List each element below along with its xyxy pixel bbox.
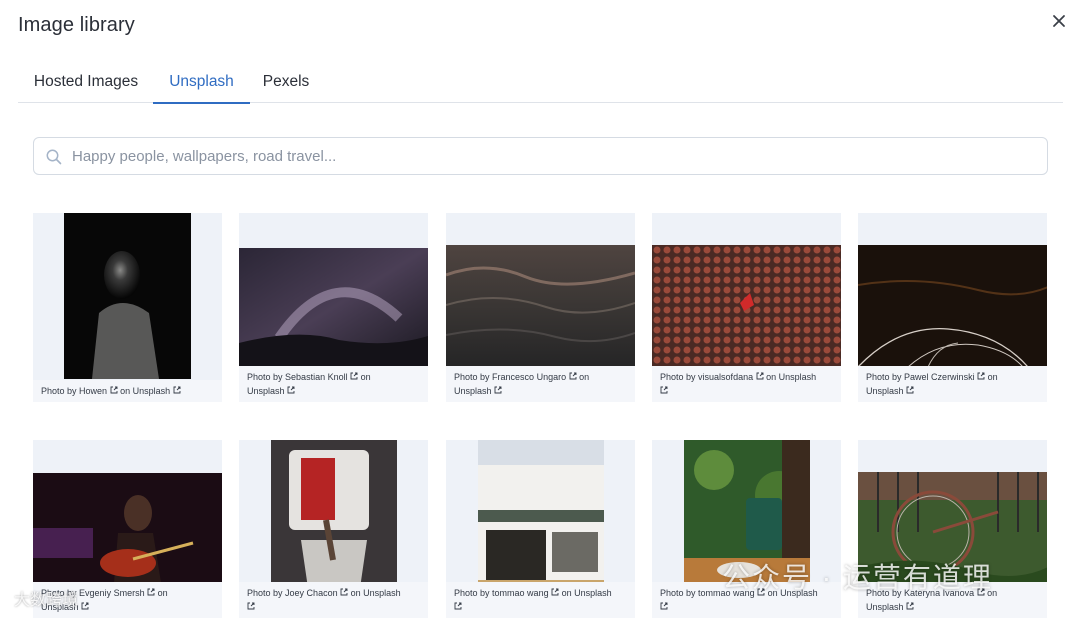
external-link-icon [247, 602, 255, 610]
photo-card[interactable]: Photo by tommao wang on Unsplash [446, 440, 635, 618]
photo-credit: Photo by Evgeniy Smersh on Unsplash [33, 582, 222, 618]
photo-thumbnail [652, 245, 841, 367]
photo-card[interactable]: Photo by Kateryna Ivanova on Unsplash [858, 440, 1047, 618]
photo-credit: Photo by tommao wang on Unsplash [446, 582, 635, 618]
tab-unsplash[interactable]: Unsplash [153, 62, 250, 104]
photo-card[interactable]: Photo by visualsofdana on Unsplash [652, 213, 841, 402]
photo-thumbnail [33, 473, 222, 595]
external-link-icon [906, 386, 914, 394]
external-link-icon [110, 386, 118, 394]
source-link[interactable]: Unsplash [133, 386, 171, 396]
external-link-icon [350, 372, 358, 380]
photographer-link[interactable]: Evgeniy Smersh [79, 588, 145, 598]
external-link-icon [81, 602, 89, 610]
photo-credit: Photo by visualsofdana on Unsplash [652, 366, 841, 402]
external-link-icon [977, 588, 985, 596]
photo-card[interactable]: Photo by Evgeniy Smersh on Unsplash [33, 440, 222, 618]
photo-card[interactable]: Photo by Francesco Ungaro on Unsplash [446, 213, 635, 402]
photo-thumbnail [684, 440, 810, 595]
external-link-icon [977, 372, 985, 380]
dialog-title: Image library [18, 14, 135, 36]
external-link-icon [494, 386, 502, 394]
source-link[interactable]: Unsplash [363, 588, 401, 598]
photo-card[interactable]: Photo by Sebastian Knoll on Unsplash [239, 213, 428, 402]
source-link[interactable]: Unsplash [247, 386, 285, 396]
photographer-link[interactable]: tommao wang [698, 588, 755, 598]
source-link[interactable]: Unsplash [866, 386, 904, 396]
photo-credit: Photo by Kateryna Ivanova on Unsplash [858, 582, 1047, 618]
external-link-icon [173, 386, 181, 394]
source-tabs: Hosted Images Unsplash Pexels [18, 62, 1063, 104]
search-icon [46, 149, 62, 165]
external-link-icon [756, 372, 764, 380]
photographer-link[interactable]: Howen [79, 386, 107, 396]
photo-credit: Photo by Howen on Unsplash [33, 380, 222, 402]
photo-credit: Photo by tommao wang on Unsplash [652, 582, 841, 618]
close-icon[interactable] [1048, 10, 1070, 32]
external-link-icon [147, 588, 155, 596]
photo-credit: Photo by Joey Chacon on Unsplash [239, 582, 428, 618]
photo-thumbnail [64, 213, 191, 379]
photo-card[interactable]: Photo by Howen on Unsplash [33, 213, 222, 402]
photographer-link[interactable]: Joey Chacon [285, 588, 338, 598]
photo-credit: Photo by Francesco Ungaro on Unsplash [446, 366, 635, 402]
external-link-icon [660, 386, 668, 394]
photo-credit: Photo by Pawel Czerwinski on Unsplash [858, 366, 1047, 402]
source-link[interactable]: Unsplash [779, 372, 817, 382]
photo-thumbnail [446, 245, 635, 367]
tab-hosted-images[interactable]: Hosted Images [33, 62, 139, 103]
photo-card[interactable]: Photo by Joey Chacon on Unsplash [239, 440, 428, 618]
external-link-icon [454, 602, 462, 610]
source-link[interactable]: Unsplash [574, 588, 612, 598]
source-link[interactable]: Unsplash [41, 602, 79, 612]
external-link-icon [660, 602, 668, 610]
search-input[interactable] [72, 138, 1032, 174]
photographer-link[interactable]: visualsofdana [698, 372, 753, 382]
photographer-link[interactable]: tommao wang [492, 588, 549, 598]
external-link-icon [757, 588, 765, 596]
source-link[interactable]: Unsplash [454, 386, 492, 396]
photo-thumbnail [478, 440, 604, 595]
photo-thumbnail [858, 245, 1047, 367]
external-link-icon [551, 588, 559, 596]
photographer-link[interactable]: Pawel Czerwinski [904, 372, 975, 382]
photo-card[interactable]: Photo by tommao wang on Unsplash [652, 440, 841, 618]
external-link-icon [287, 386, 295, 394]
photographer-link[interactable]: Kateryna Ivanova [904, 588, 974, 598]
source-link[interactable]: Unsplash [780, 588, 818, 598]
photo-card[interactable]: Photo by Pawel Czerwinski on Unsplash [858, 213, 1047, 402]
photo-thumbnail [271, 440, 397, 595]
photographer-link[interactable]: Sebastian Knoll [285, 372, 348, 382]
photo-credit: Photo by Sebastian Knoll on Unsplash [239, 366, 428, 402]
external-link-icon [340, 588, 348, 596]
source-link[interactable]: Unsplash [866, 602, 904, 612]
photographer-link[interactable]: Francesco Ungaro [492, 372, 566, 382]
external-link-icon [569, 372, 577, 380]
photo-thumbnail [858, 472, 1047, 595]
tab-pexels[interactable]: Pexels [261, 62, 311, 103]
photo-thumbnail [239, 248, 428, 367]
search-box [33, 137, 1048, 175]
external-link-icon [906, 602, 914, 610]
